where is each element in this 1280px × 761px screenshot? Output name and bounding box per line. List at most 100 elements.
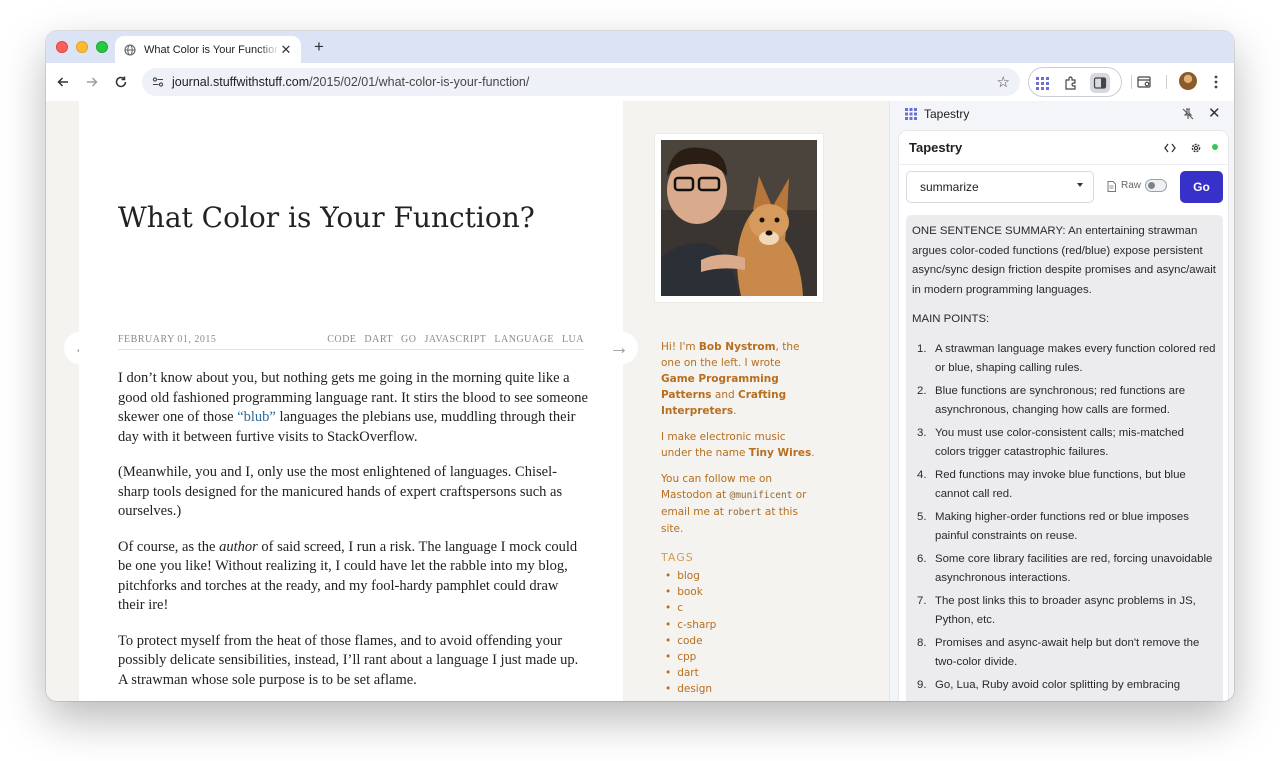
main-point-item: 6. Some core library facilities are red, … (917, 552, 1213, 585)
side-panel-icon[interactable] (1090, 73, 1110, 93)
tapestry-side-panel: Tapestry ✕ Tapestry summarize Raw Go ONE… (889, 101, 1234, 701)
browser-toolbar: journal.stuffwithstuff.com/2015/02/01/wh… (46, 63, 1234, 101)
tag-link[interactable]: blog (665, 568, 827, 584)
paragraph: (Meanwhile, you and I, only use the most… (118, 464, 563, 519)
one-sentence-summary: ONE SENTENCE SUMMARY: An entertaining st… (912, 225, 1216, 296)
author-photo (661, 140, 817, 296)
paragraph: To protect myself from the heat of those… (118, 632, 579, 688)
bio-paragraph: Hi! I'm Bob Nystrom, the one on the left… (661, 341, 800, 417)
extensions-puzzle-icon[interactable] (1061, 73, 1081, 93)
address-bar[interactable]: journal.stuffwithstuff.com/2015/02/01/wh… (142, 68, 1020, 96)
maximize-window-button[interactable] (96, 41, 108, 53)
paragraph: Of course, as the author of said screed,… (118, 538, 578, 614)
more-menu-icon[interactable] (1207, 73, 1225, 91)
new-tab-plus-icon[interactable]: + (310, 37, 328, 57)
url-host: journal.stuffwithstuff.com (172, 75, 310, 89)
toolbar-divider (1131, 75, 1132, 89)
post-meta: FEBRUARY 01, 2015 CODE DART GO JAVASCRIP… (118, 334, 584, 350)
tag-link[interactable]: c (665, 600, 827, 616)
post-date: FEBRUARY 01, 2015 (118, 334, 217, 345)
go-button[interactable]: Go (1180, 171, 1223, 203)
browser-window: What Color is Your Function? ✕ + journal… (46, 31, 1234, 701)
globe-icon (123, 43, 136, 56)
tags-heading: TAGS (661, 551, 694, 564)
tab-title: What Color is Your Function? (144, 43, 279, 56)
document-icon (1107, 181, 1116, 192)
tab-strip: What Color is Your Function? ✕ + (46, 31, 1234, 63)
main-point-item: 1. A strawman language makes every functi… (917, 342, 1216, 375)
site-settings-icon[interactable] (150, 74, 166, 90)
url-text: journal.stuffwithstuff.com/2015/02/01/wh… (172, 75, 529, 89)
tag-link[interactable]: code (665, 633, 827, 649)
blog-sidebar: Hi! I'm Bob Nystrom, the one on the left… (655, 134, 827, 701)
back-arrow-icon[interactable] (54, 73, 72, 91)
toggle-knob (1148, 182, 1155, 189)
main-point-item: 8. Promises and async-await help but don'… (917, 636, 1200, 669)
email-user: robert (727, 507, 762, 518)
tag-link[interactable]: book (665, 584, 827, 600)
tag-link[interactable]: design (665, 681, 827, 697)
article: What Color is Your Function? FEBRUARY 01… (79, 101, 623, 701)
main-point-item: 4. Red functions may invoke blue function… (917, 468, 1186, 501)
status-indicator (1212, 144, 1218, 150)
close-panel-icon[interactable]: ✕ (1208, 104, 1221, 122)
minimize-window-button[interactable] (76, 41, 88, 53)
post-tag-link[interactable]: DART (364, 334, 393, 345)
tag-link[interactable]: c-sharp (665, 617, 827, 633)
url-path: /2015/02/01/what-color-is-your-function/ (309, 75, 530, 89)
chevron-down-icon (1077, 183, 1083, 187)
post-tag-link[interactable]: GO (401, 334, 416, 345)
main-point-item: 5. Making higher-order functions red or b… (917, 510, 1189, 543)
profile-avatar[interactable] (1179, 72, 1197, 90)
side-panel-title: Tapestry (924, 107, 970, 121)
card-title: Tapestry (909, 140, 963, 155)
main-points-label: MAIN POINTS: (912, 313, 990, 325)
post-tag-link[interactable]: LANGUAGE (494, 334, 554, 345)
tapestry-extension-icon[interactable] (1032, 73, 1052, 93)
settings-gear-icon[interactable] (1189, 141, 1203, 155)
tags-list: blog book c c-sharp code cpp dart design… (655, 568, 827, 701)
tab-active[interactable]: What Color is Your Function? ✕ (115, 36, 301, 63)
paragraph: I don’t know about you, but nothing gets… (118, 370, 588, 445)
tag-link[interactable]: dart (665, 665, 827, 681)
bio-paragraph: I make electronic music under the name T… (661, 431, 815, 459)
bio-paragraph: You can follow me on Mastodon at @munifi… (661, 473, 807, 535)
raw-label: Raw (1121, 180, 1142, 191)
card-header: Tapestry (899, 131, 1228, 165)
post-title: What Color is Your Function? (118, 201, 535, 234)
tiny-wires-link[interactable]: Tiny Wires (749, 447, 811, 459)
reload-icon[interactable] (112, 73, 130, 91)
post-body: I don’t know about you, but nothing gets… (118, 369, 588, 701)
tab-search-icon[interactable] (1135, 73, 1153, 91)
blub-link[interactable]: “blub” (237, 409, 276, 425)
unpin-icon[interactable] (1181, 107, 1195, 121)
author-name-link[interactable]: Bob Nystrom (699, 341, 776, 353)
tag-link[interactable]: cpp (665, 649, 827, 665)
mastodon-handle[interactable]: @munificent (729, 490, 792, 501)
bookmark-star-icon[interactable]: ☆ (997, 73, 1010, 91)
forward-arrow-icon[interactable] (83, 73, 101, 91)
main-point-item: 9. Go, Lua, Ruby avoid color splitting by… (917, 678, 1181, 691)
tag-link[interactable]: f-sharp (665, 698, 827, 701)
close-window-button[interactable] (56, 41, 68, 53)
tab-close-icon[interactable]: ✕ (279, 42, 293, 58)
post-tag-link[interactable]: LUA (562, 334, 584, 345)
summary-output: ONE SENTENCE SUMMARY: An entertaining st… (906, 215, 1223, 701)
main-points-list: 1. A strawman language makes every functi… (912, 340, 1217, 696)
side-panel-header: Tapestry ✕ (890, 101, 1234, 127)
pattern-select-value: summarize (920, 180, 979, 194)
page-content: ← What Color is Your Function? FEBRUARY … (46, 101, 889, 701)
author-bio: Hi! I'm Bob Nystrom, the one on the left… (655, 339, 817, 537)
raw-toggle[interactable] (1145, 179, 1167, 192)
code-view-icon[interactable] (1163, 141, 1177, 155)
next-post-arrow[interactable]: → (600, 332, 638, 364)
main-point-item: 7. The post links this to broader async p… (917, 594, 1196, 627)
post-tag-link[interactable]: JAVASCRIPT (425, 334, 487, 345)
tapestry-card: Tapestry summarize Raw Go ONE SENTENCE S… (899, 131, 1228, 701)
post-tags: CODE DART GO JAVASCRIPT LANGUAGE LUA (327, 334, 584, 345)
post-tag-link[interactable]: CODE (327, 334, 356, 345)
main-point-item: 2. Blue functions are synchronous; red fu… (917, 384, 1186, 417)
toolbar-divider (1166, 75, 1167, 89)
pattern-select[interactable]: summarize (906, 171, 1094, 203)
extensions-group (1028, 67, 1122, 97)
